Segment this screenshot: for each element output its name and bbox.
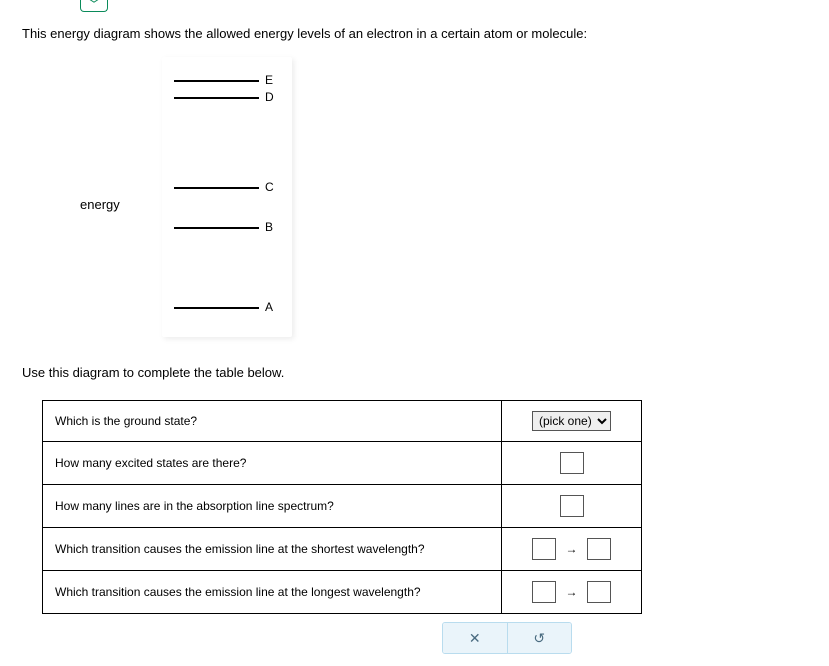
energy-diagram: energy E D C B A xyxy=(62,57,362,337)
table-row: Which is the ground state? (pick one) xyxy=(43,401,642,442)
level-line-D xyxy=(174,97,259,99)
arrow-icon: → xyxy=(566,585,578,599)
answer-cell xyxy=(502,442,642,485)
intro-text: This energy diagram shows the allowed en… xyxy=(22,26,807,41)
shortest-from-input[interactable] xyxy=(532,538,556,560)
level-label-D: D xyxy=(265,90,274,104)
level-line-A xyxy=(174,307,259,309)
answer-cell: (pick one) xyxy=(502,401,642,442)
level-label-A: A xyxy=(265,300,273,314)
level-line-B xyxy=(174,227,259,229)
collapse-chevron[interactable]: ﹀ xyxy=(80,0,108,12)
longest-from-input[interactable] xyxy=(532,581,556,603)
level-line-E xyxy=(174,80,259,82)
absorption-lines-input[interactable] xyxy=(560,495,584,517)
level-label-E: E xyxy=(265,73,273,87)
level-label-C: C xyxy=(265,180,274,194)
table-row: How many excited states are there? xyxy=(43,442,642,485)
ground-state-select[interactable]: (pick one) xyxy=(532,411,611,431)
table-row: Which transition causes the emission lin… xyxy=(43,571,642,614)
level-line-C xyxy=(174,187,259,189)
table-row: Which transition causes the emission lin… xyxy=(43,528,642,571)
chevron-down-icon: ﹀ xyxy=(87,0,100,13)
question-table: Which is the ground state? (pick one) Ho… xyxy=(42,400,642,614)
action-bar: ✕ ↺ xyxy=(442,622,572,654)
reset-button[interactable]: ↺ xyxy=(507,623,572,653)
excited-states-input[interactable] xyxy=(560,452,584,474)
question-cell: Which is the ground state? xyxy=(43,401,502,442)
question-cell: Which transition causes the emission lin… xyxy=(43,528,502,571)
instruction-text: Use this diagram to complete the table b… xyxy=(22,365,807,380)
answer-cell xyxy=(502,485,642,528)
answer-cell: → xyxy=(502,571,642,614)
question-cell: Which transition causes the emission lin… xyxy=(43,571,502,614)
question-cell: How many excited states are there? xyxy=(43,442,502,485)
clear-button[interactable]: ✕ xyxy=(443,623,507,653)
question-cell: How many lines are in the absorption lin… xyxy=(43,485,502,528)
close-icon: ✕ xyxy=(469,630,481,647)
reset-icon: ↺ xyxy=(533,630,545,647)
table-row: How many lines are in the absorption lin… xyxy=(43,485,642,528)
longest-to-input[interactable] xyxy=(587,581,611,603)
shortest-to-input[interactable] xyxy=(587,538,611,560)
arrow-icon: → xyxy=(566,542,578,556)
answer-cell: → xyxy=(502,528,642,571)
axis-label: energy xyxy=(80,197,120,212)
level-label-B: B xyxy=(265,220,273,234)
